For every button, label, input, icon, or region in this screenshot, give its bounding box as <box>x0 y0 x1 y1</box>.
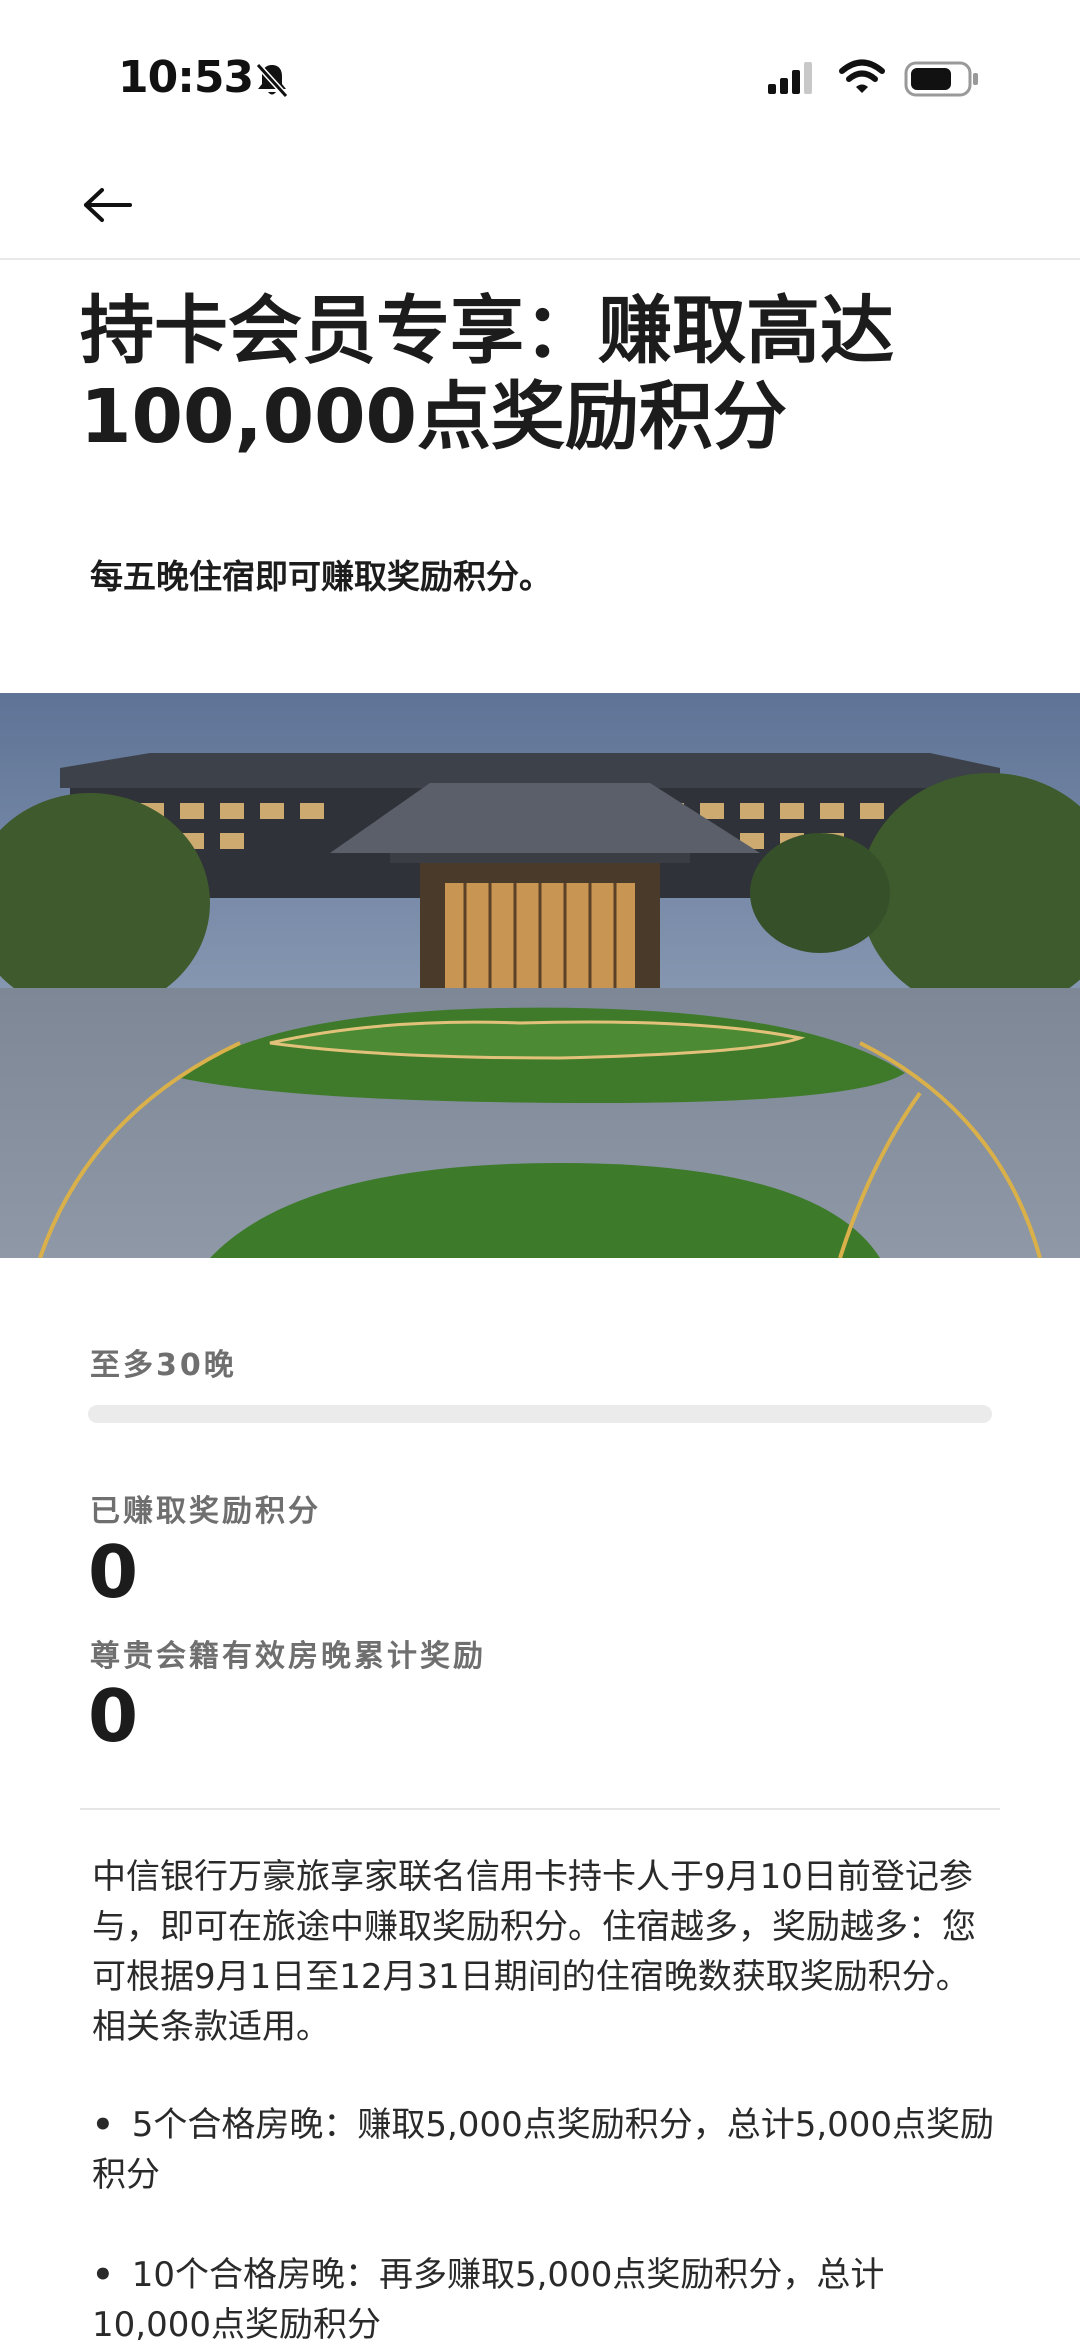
header-divider <box>0 258 1080 260</box>
list-item: • 5个合格房晚：赚取5,000点奖励积分，总计5,000点奖励积分 <box>92 2100 1002 2200</box>
page-subtitle: 每五晚住宿即可赚取奖励积分。 <box>90 557 552 596</box>
cellular-signal-icon <box>768 62 812 94</box>
list-item: • 10个合格房晚：再多赚取5,000点奖励积分，总计10,000点奖励积分 <box>92 2250 1002 2350</box>
battery-icon <box>904 61 978 97</box>
back-arrow-icon[interactable] <box>82 186 134 224</box>
section-divider <box>80 1808 1000 1810</box>
elite-nights-label: 尊贵会籍有效房晚累计奖励 <box>90 1639 486 1674</box>
nights-cap-label: 至多30晚 <box>90 1348 237 1383</box>
bell-slash-icon <box>255 62 289 99</box>
bullet-text: 5个合格房晚：赚取5,000点奖励积分，总计5,000点奖励积分 <box>92 2105 995 2195</box>
bullet-dot: • <box>92 2255 114 2295</box>
hotel-hero-image <box>0 693 1080 1258</box>
page-title: 持卡会员专享：赚取高达100,000点奖励积分 <box>80 288 894 460</box>
earned-points-label: 已赚取奖励积分 <box>90 1494 321 1529</box>
nights-progress-bar <box>88 1405 992 1423</box>
bullet-text: 10个合格房晚：再多赚取5,000点奖励积分，总计10,000点奖励积分 <box>92 2255 885 2345</box>
status-time: 10:53 <box>118 52 254 103</box>
earned-points-value: 0 <box>88 1530 139 1614</box>
bullet-dot: • <box>92 2105 114 2145</box>
promo-description: 中信银行万豪旅享家联名信用卡持卡人于9月10日前登记参与，即可在旅途中赚取奖励积… <box>92 1857 976 2047</box>
wifi-icon <box>839 59 885 93</box>
elite-nights-value: 0 <box>88 1674 139 1758</box>
